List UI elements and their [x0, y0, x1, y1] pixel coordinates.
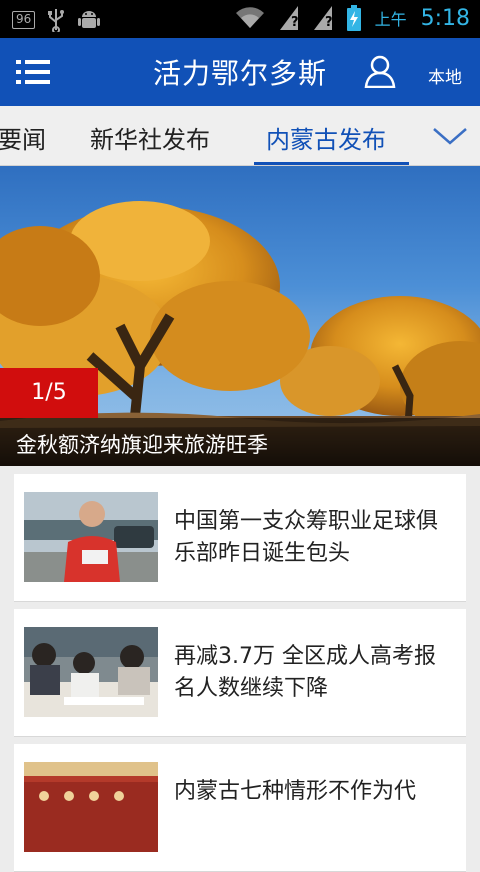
news-thumbnail — [24, 627, 158, 717]
wifi-icon — [235, 7, 264, 29]
hero-slide[interactable]: 1/5 金秋额济纳旗迎来旅游旺季 — [0, 166, 480, 466]
status-bar: 96 ? ? 上午 5:18 — [0, 0, 480, 38]
local-button[interactable]: 本地 — [428, 63, 462, 88]
status-ampm: 上午 — [374, 10, 407, 29]
notification-count-badge: 96 — [12, 11, 36, 29]
news-thumbnail — [24, 762, 158, 852]
news-title: 内蒙古七种情形不作为代 — [174, 779, 417, 804]
signal-unknown-icon: ? — [279, 6, 299, 30]
chevron-down-icon[interactable] — [432, 126, 468, 146]
news-item[interactable]: 中国第一支众筹职业足球俱乐部昨日诞生包头 — [14, 474, 466, 602]
svg-text:?: ? — [325, 15, 333, 30]
svg-text:?: ? — [291, 15, 299, 30]
app-title: 活力鄂尔多斯 — [152, 57, 327, 90]
android-debug-icon — [78, 11, 101, 28]
hero-caption: 金秋额济纳旗迎来旅游旺季 — [16, 433, 268, 457]
news-thumbnail — [24, 492, 158, 582]
news-title: 再减3.7万 全区成人高考报名人数继续下降 — [174, 644, 436, 701]
user-icon[interactable] — [364, 54, 396, 88]
app-header: 活力鄂尔多斯 本地 — [0, 38, 480, 106]
hero-caption-bar: 金秋额济纳旗迎来旅游旺季 — [0, 418, 480, 466]
signal-unknown-2-icon: ? — [313, 6, 333, 30]
tab-bar: 要闻 新华社发布 内蒙古发布 — [0, 106, 480, 166]
tab-xinhua[interactable]: 新华社发布 — [90, 120, 210, 155]
usb-icon — [48, 9, 65, 32]
battery-charging-icon — [346, 5, 361, 31]
status-time: 5:18 — [420, 5, 470, 31]
tab-headlines[interactable]: 要闻 — [0, 120, 46, 155]
slide-counter: 1/5 — [0, 368, 98, 418]
news-title: 中国第一支众筹职业足球俱乐部昨日诞生包头 — [174, 509, 439, 566]
tab-inner-mongolia[interactable]: 内蒙古发布 — [266, 120, 386, 155]
news-item[interactable]: 内蒙古七种情形不作为代 — [14, 744, 466, 872]
news-item[interactable]: 再减3.7万 全区成人高考报名人数继续下降 — [14, 609, 466, 737]
